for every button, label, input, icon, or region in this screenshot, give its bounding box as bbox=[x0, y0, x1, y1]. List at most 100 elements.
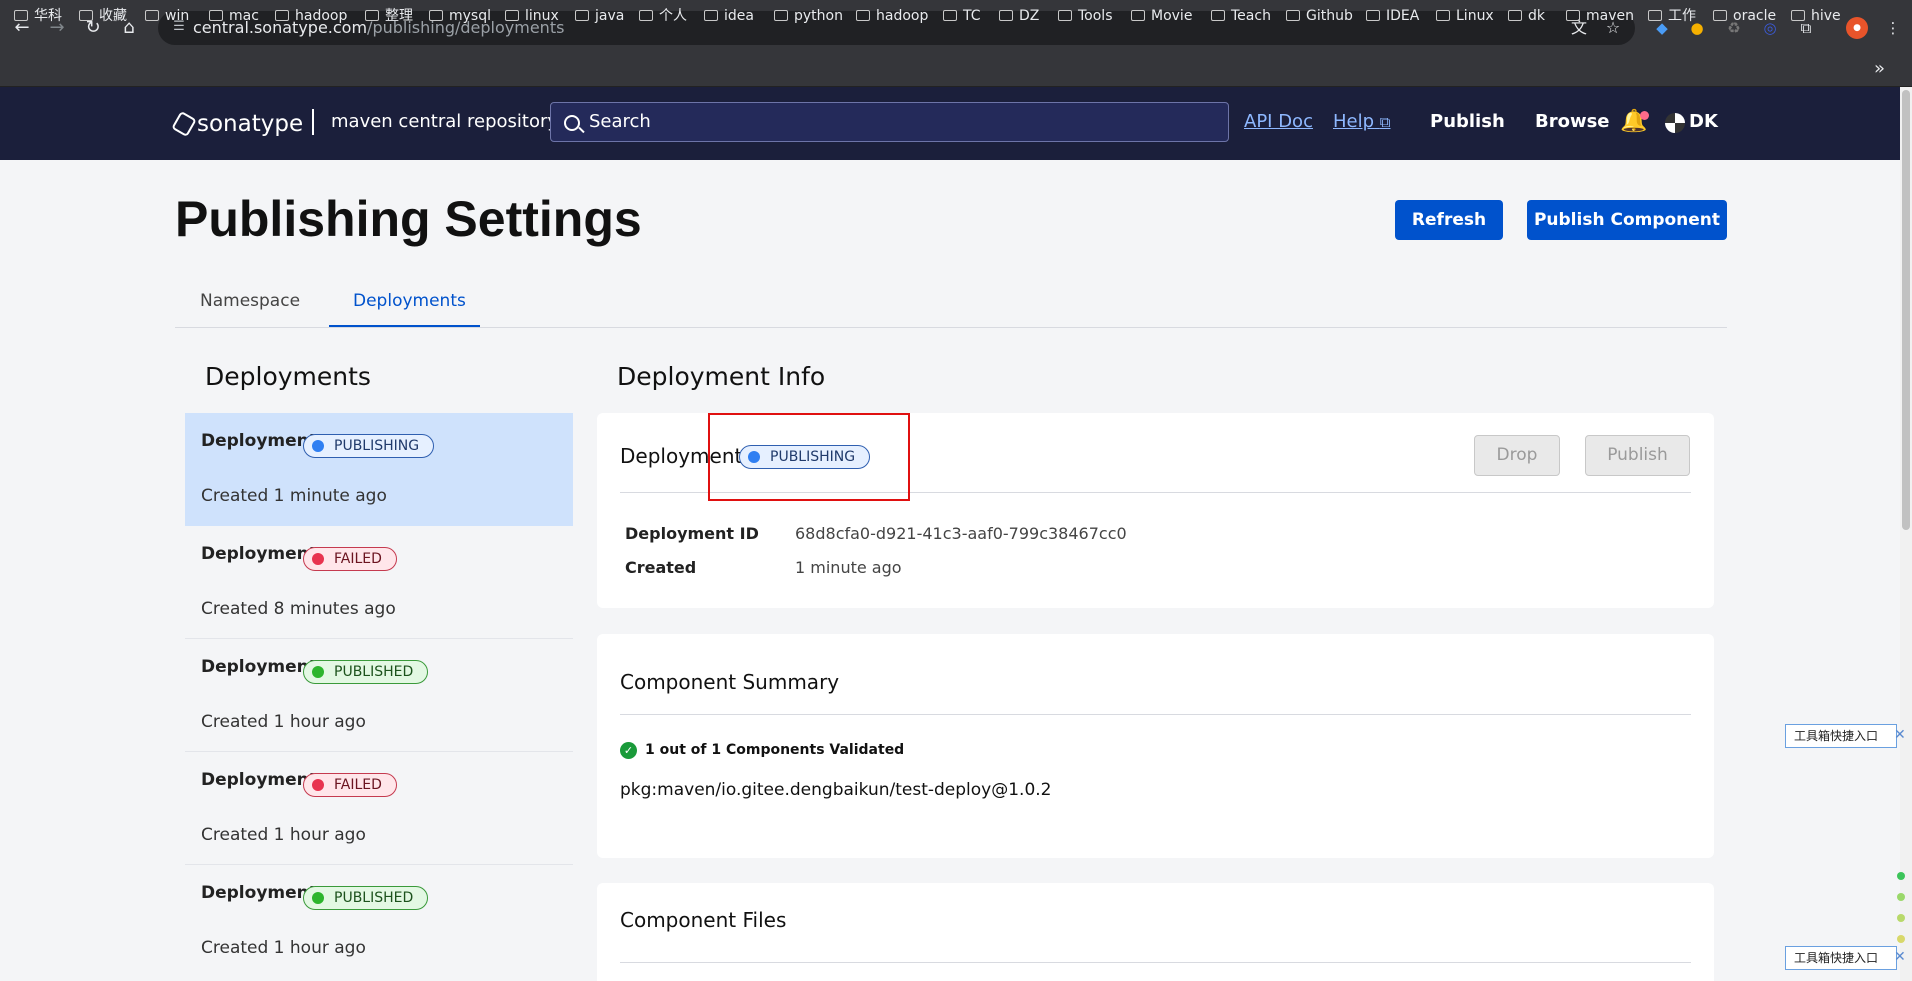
folder-icon bbox=[145, 10, 159, 21]
status-dot-icon bbox=[1897, 893, 1905, 901]
drop-button[interactable]: Drop bbox=[1474, 435, 1560, 476]
external-link-icon: ⧉ bbox=[1379, 113, 1391, 131]
logo-divider bbox=[312, 109, 314, 135]
status-badge: PUBLISHING bbox=[303, 434, 435, 458]
validated-summary: 1 out of 1 Components Validated bbox=[645, 742, 905, 758]
deployment-created: Created 1 hour ago bbox=[201, 712, 366, 732]
bookmark-folder[interactable]: 个人 bbox=[639, 5, 687, 27]
bookmark-folder[interactable]: 整理 bbox=[365, 5, 413, 27]
bookmark-folder[interactable]: hadoop bbox=[856, 5, 928, 27]
bookmark-folder[interactable]: dk bbox=[1508, 5, 1545, 27]
bookmark-folder[interactable]: IDEA bbox=[1366, 5, 1419, 27]
profile-avatar[interactable]: ● bbox=[1846, 17, 1868, 39]
folder-icon bbox=[1366, 10, 1380, 21]
folder-icon bbox=[856, 10, 870, 21]
folder-icon bbox=[1648, 10, 1662, 21]
bookmark-folder[interactable]: win bbox=[145, 5, 189, 27]
api-doc-link[interactable]: API Doc bbox=[1244, 111, 1313, 132]
bookmark-folder[interactable]: Teach bbox=[1211, 5, 1271, 27]
status-dot-icon bbox=[1897, 935, 1905, 943]
bookmark-folder[interactable]: DZ bbox=[999, 5, 1039, 27]
bookmark-folder[interactable]: Linux bbox=[1436, 5, 1494, 27]
bookmark-folder[interactable]: mac bbox=[209, 5, 259, 27]
folder-icon bbox=[79, 10, 93, 21]
avatar[interactable] bbox=[1665, 113, 1685, 133]
folder-icon bbox=[943, 10, 957, 21]
hexagon-logo-icon bbox=[171, 110, 197, 138]
publish-button[interactable]: Publish bbox=[1585, 435, 1690, 476]
status-dot-icon bbox=[1897, 914, 1905, 922]
bookmarks-more-icon[interactable]: » bbox=[1874, 58, 1885, 79]
logo-subtitle: maven central repository bbox=[331, 111, 559, 132]
close-icon[interactable]: ✕ bbox=[1894, 727, 1906, 743]
card-divider bbox=[620, 714, 1691, 715]
bookmark-folder[interactable]: maven bbox=[1566, 5, 1634, 27]
status-badge: FAILED bbox=[303, 773, 397, 797]
status-dot-icon bbox=[1897, 872, 1905, 880]
bookmark-folder[interactable]: java bbox=[575, 5, 624, 27]
deployment-list-item[interactable]: Deployment FAILED Created 1 hour ago bbox=[185, 752, 573, 865]
bookmark-folder[interactable]: TC bbox=[943, 5, 981, 27]
tab-namespace[interactable]: Namespace bbox=[200, 291, 300, 311]
component-summary-card: Component Summary ✓ 1 out of 1 Component… bbox=[597, 634, 1714, 858]
bookmark-folder[interactable]: hadoop bbox=[275, 5, 347, 27]
deployment-label: Deployment bbox=[201, 544, 317, 564]
folder-icon bbox=[1713, 10, 1727, 21]
browse-nav[interactable]: Browse bbox=[1535, 111, 1610, 132]
created-value: 1 minute ago bbox=[795, 558, 902, 577]
folder-icon bbox=[575, 10, 589, 21]
annotation-highlight-box bbox=[708, 413, 910, 501]
bookmark-folder[interactable]: mysql bbox=[429, 5, 491, 27]
deployment-id-label: Deployment ID bbox=[625, 524, 759, 543]
folder-icon bbox=[275, 10, 289, 21]
scrollbar-thumb[interactable] bbox=[1902, 90, 1910, 530]
folder-icon bbox=[1131, 10, 1145, 21]
folder-icon bbox=[774, 10, 788, 21]
component-summary-title: Component Summary bbox=[620, 670, 840, 694]
deployment-label: Deployment bbox=[201, 883, 317, 903]
deployment-created: Created 1 hour ago bbox=[201, 825, 366, 845]
publish-nav[interactable]: Publish bbox=[1430, 111, 1505, 132]
bookmark-folder[interactable]: python bbox=[774, 5, 843, 27]
help-link[interactable]: Help ⧉ bbox=[1333, 111, 1391, 132]
toolbox-shortcut[interactable]: 工具箱快捷入口 bbox=[1785, 724, 1897, 748]
folder-icon bbox=[639, 10, 653, 21]
bookmarks-bar bbox=[0, 56, 1912, 87]
deployment-id-value: 68d8cfa0-d921-41c3-aaf0-799c38467cc0 bbox=[795, 524, 1127, 543]
refresh-button[interactable]: Refresh bbox=[1395, 200, 1503, 240]
bookmark-folder[interactable]: 收藏 bbox=[79, 5, 127, 27]
toolbox-shortcut[interactable]: 工具箱快捷入口 bbox=[1785, 946, 1897, 970]
folder-icon bbox=[1791, 10, 1805, 21]
bookmark-folder[interactable]: Tools bbox=[1058, 5, 1113, 27]
bookmark-folder[interactable]: 工作 bbox=[1648, 5, 1696, 27]
bookmark-folder[interactable]: oracle bbox=[1713, 5, 1776, 27]
folder-icon bbox=[429, 10, 443, 21]
deployment-list-item[interactable]: Deployment FAILED Created 8 minutes ago bbox=[185, 526, 573, 639]
folder-icon bbox=[1436, 10, 1450, 21]
deployment-label: Deployment bbox=[201, 657, 317, 677]
publish-component-button[interactable]: Publish Component bbox=[1527, 200, 1727, 240]
deployment-created: Created 8 minutes ago bbox=[201, 599, 396, 619]
bookmark-folder[interactable]: Github bbox=[1286, 5, 1353, 27]
bookmark-folder[interactable]: Movie bbox=[1131, 5, 1192, 27]
bookmark-folder[interactable]: linux bbox=[505, 5, 559, 27]
bookmark-folder[interactable]: 华科 bbox=[14, 5, 62, 27]
bookmark-folder[interactable]: idea bbox=[704, 5, 754, 27]
close-icon[interactable]: ✕ bbox=[1894, 949, 1906, 965]
deployment-list-item[interactable]: Deployment PUBLISHED Created 1 hour ago bbox=[185, 639, 573, 752]
created-label: Created bbox=[625, 558, 697, 577]
status-badge: FAILED bbox=[303, 547, 397, 571]
deployment-list-item[interactable]: Deployment PUBLISHED Created 1 hour ago bbox=[185, 865, 573, 981]
tab-deployments[interactable]: Deployments bbox=[353, 291, 466, 311]
deployments-heading: Deployments bbox=[205, 362, 371, 391]
notification-dot bbox=[1640, 111, 1649, 120]
deployment-list-item[interactable]: Deployment PUBLISHING Created 1 minute a… bbox=[185, 413, 573, 526]
folder-icon bbox=[999, 10, 1013, 21]
user-name[interactable]: DK bbox=[1689, 111, 1718, 132]
search-input[interactable] bbox=[550, 102, 1229, 142]
folder-icon bbox=[1508, 10, 1522, 21]
browser-menu-icon[interactable]: ⋮ bbox=[1879, 14, 1907, 42]
sonatype-logo[interactable]: sonatype bbox=[171, 110, 303, 138]
bookmark-folder[interactable]: hive bbox=[1791, 5, 1841, 27]
deployment-created: Created 1 minute ago bbox=[201, 486, 387, 506]
